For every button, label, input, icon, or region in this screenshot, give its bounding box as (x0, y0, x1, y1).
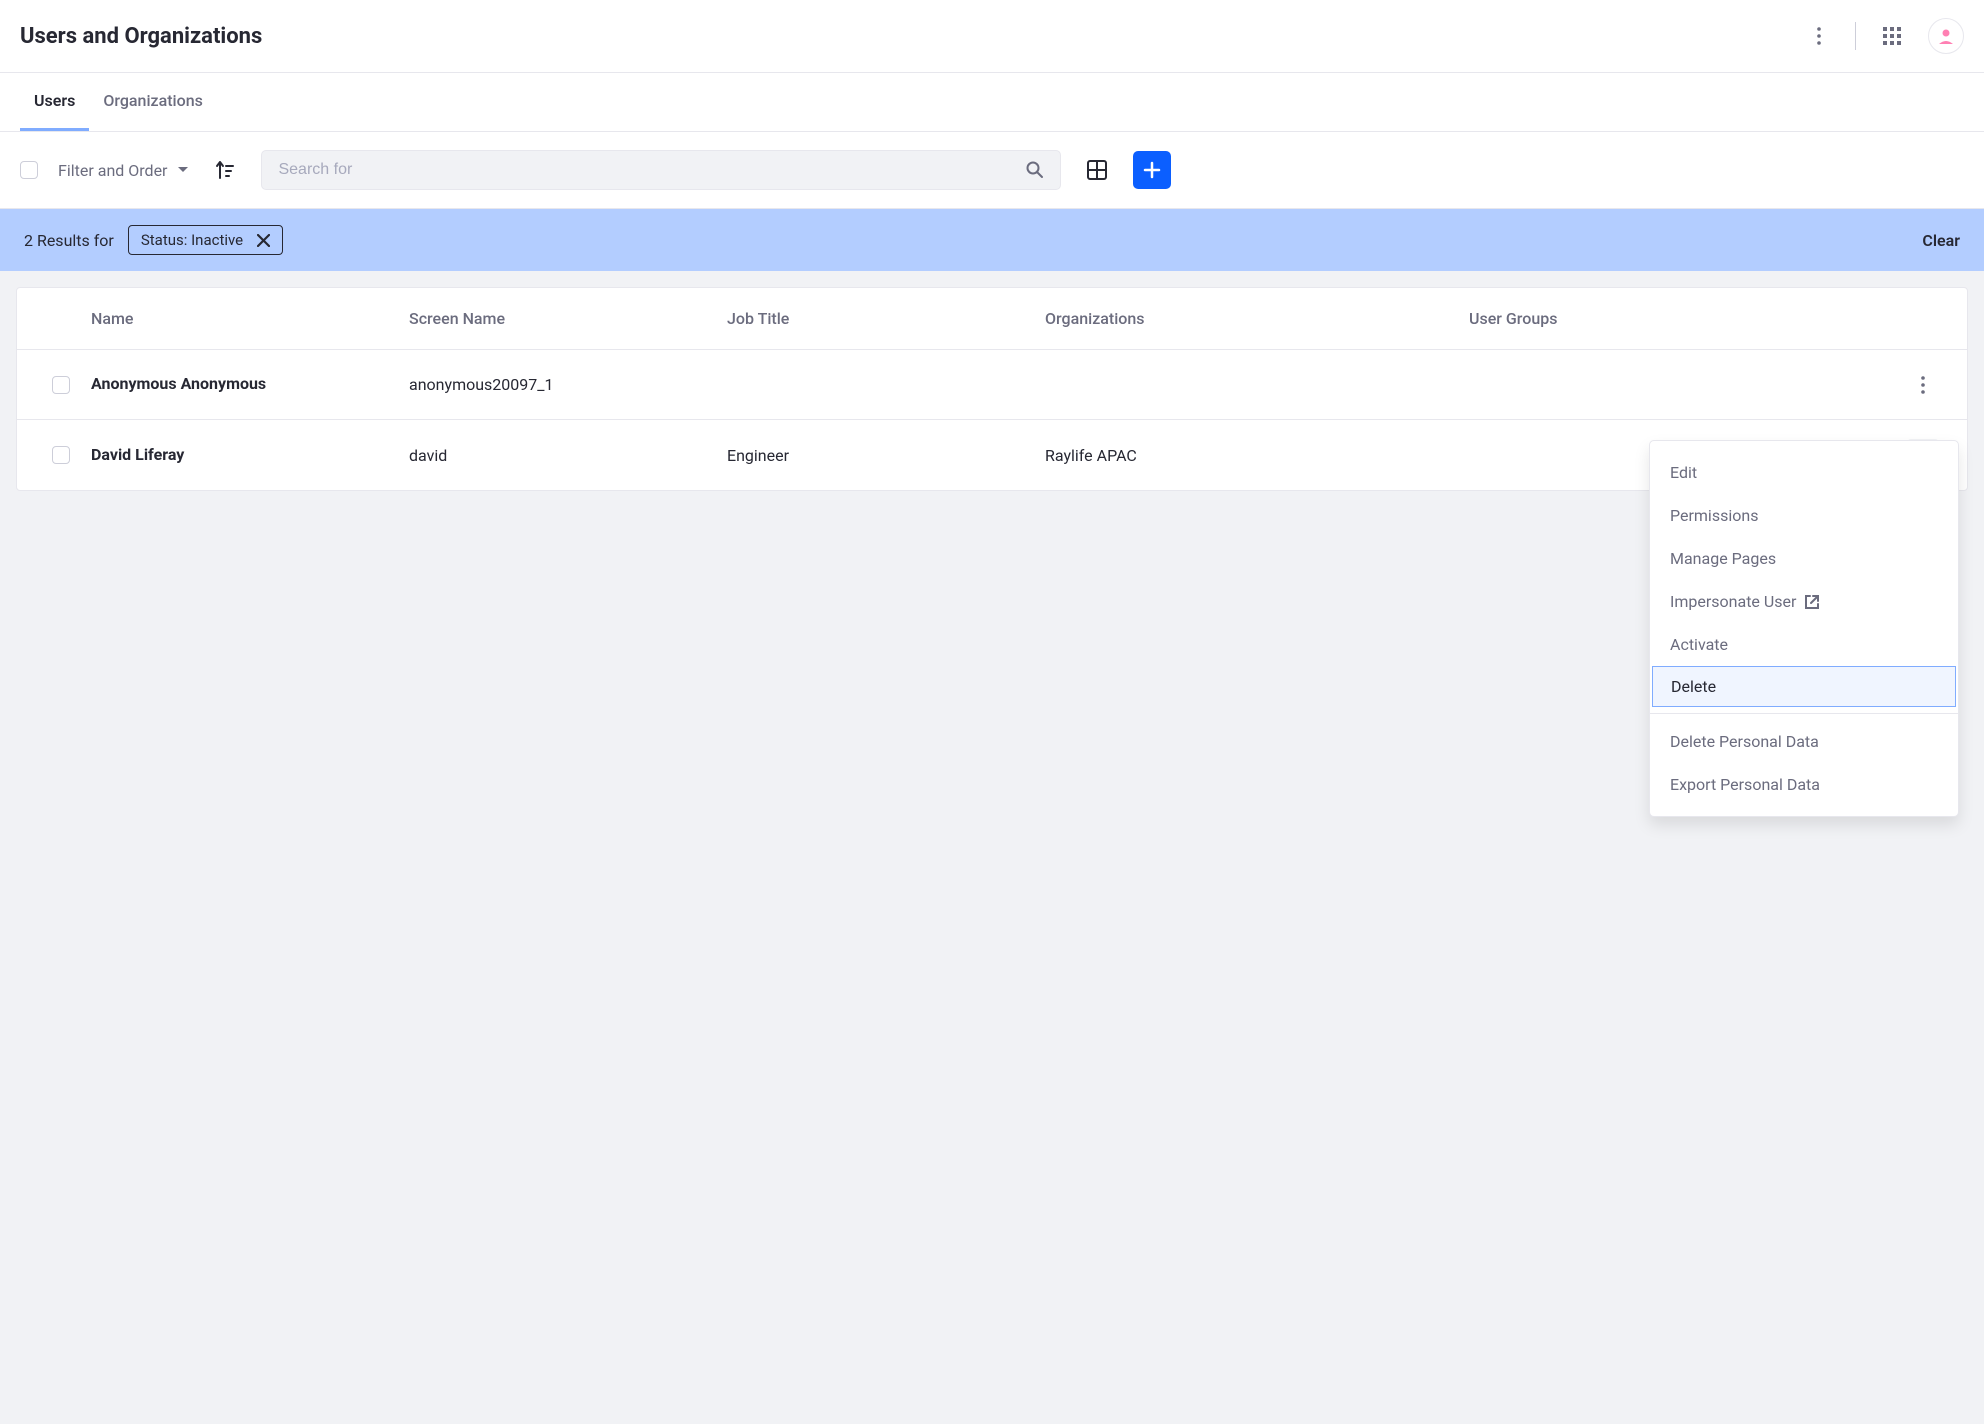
vertical-dots-icon (1817, 27, 1821, 45)
page-title: Users and Organizations (20, 24, 262, 49)
clear-filters-link[interactable]: Clear (1922, 231, 1960, 250)
menu-delete-personal-data[interactable]: Delete Personal Data (1650, 720, 1958, 763)
row-actions-button[interactable] (1907, 369, 1939, 401)
menu-activate[interactable]: Activate (1650, 623, 1958, 666)
tab-users[interactable]: Users (20, 73, 89, 131)
col-screen-name[interactable]: Screen Name (409, 309, 727, 328)
add-button[interactable] (1133, 151, 1171, 189)
menu-impersonate-user[interactable]: Impersonate User (1650, 580, 1958, 623)
cell-job-title: Engineer (727, 446, 1045, 465)
filter-chip-label: Status: Inactive (141, 231, 243, 249)
plus-icon (1143, 161, 1161, 179)
search-input[interactable] (278, 161, 1026, 179)
filter-order-dropdown[interactable]: Filter and Order (58, 155, 189, 186)
sort-button[interactable] (209, 154, 241, 186)
col-organizations[interactable]: Organizations (1045, 309, 1469, 328)
cell-name[interactable]: David Liferay (91, 444, 409, 466)
row-checkbox[interactable] (52, 446, 70, 464)
select-all-checkbox[interactable] (20, 161, 38, 179)
user-icon (1937, 27, 1955, 45)
options-button[interactable] (1803, 20, 1835, 52)
table-row: Anonymous Anonymous anonymous20097_1 (17, 350, 1967, 420)
grid-apps-icon (1883, 27, 1901, 45)
page-header: Users and Organizations (0, 0, 1984, 73)
row-checkbox[interactable] (52, 376, 70, 394)
tab-organizations[interactable]: Organizations (89, 73, 217, 131)
menu-export-personal-data[interactable]: Export Personal Data (1650, 763, 1958, 806)
users-table: Name Screen Name Job Title Organizations… (16, 287, 1968, 491)
results-count-text: 2 Results for (24, 231, 114, 250)
caret-down-icon (177, 166, 189, 174)
filter-results-left: 2 Results for Status: Inactive (24, 225, 283, 255)
cell-organizations: Raylife APAC (1045, 446, 1469, 465)
col-user-groups[interactable]: User Groups (1469, 309, 1893, 328)
cell-name[interactable]: Anonymous Anonymous (91, 373, 409, 395)
filter-chip-remove[interactable] (257, 234, 270, 247)
grid-view-icon (1087, 160, 1107, 180)
table-row: David Liferay david Engineer Raylife APA… (17, 420, 1967, 490)
menu-divider (1650, 713, 1958, 714)
menu-manage-pages[interactable]: Manage Pages (1650, 537, 1958, 580)
col-job-title[interactable]: Job Title (727, 309, 1045, 328)
vertical-dots-icon (1921, 376, 1925, 394)
toolbar: Filter and Order (0, 132, 1984, 209)
filter-order-label: Filter and Order (58, 161, 167, 180)
close-icon (257, 234, 270, 247)
search-box[interactable] (261, 150, 1061, 190)
divider (1855, 22, 1856, 50)
row-actions-menu: Edit Permissions Manage Pages Impersonat… (1649, 440, 1959, 817)
menu-delete[interactable]: Delete (1652, 666, 1956, 707)
cell-screen-name: david (409, 446, 727, 465)
menu-impersonate-label: Impersonate User (1670, 592, 1796, 611)
cell-screen-name: anonymous20097_1 (409, 375, 727, 394)
filter-chip-status: Status: Inactive (128, 225, 283, 255)
col-name[interactable]: Name (91, 309, 409, 328)
menu-edit[interactable]: Edit (1650, 451, 1958, 494)
filter-results-bar: 2 Results for Status: Inactive Clear (0, 209, 1984, 271)
avatar[interactable] (1928, 18, 1964, 54)
menu-permissions[interactable]: Permissions (1650, 494, 1958, 537)
table-header: Name Screen Name Job Title Organizations… (17, 288, 1967, 350)
apps-button[interactable] (1876, 20, 1908, 52)
search-icon (1026, 161, 1044, 179)
view-toggle-button[interactable] (1081, 154, 1113, 186)
external-link-icon (1804, 594, 1820, 610)
sort-icon (215, 160, 235, 180)
tabs: Users Organizations (0, 73, 1984, 132)
header-actions (1803, 18, 1964, 54)
